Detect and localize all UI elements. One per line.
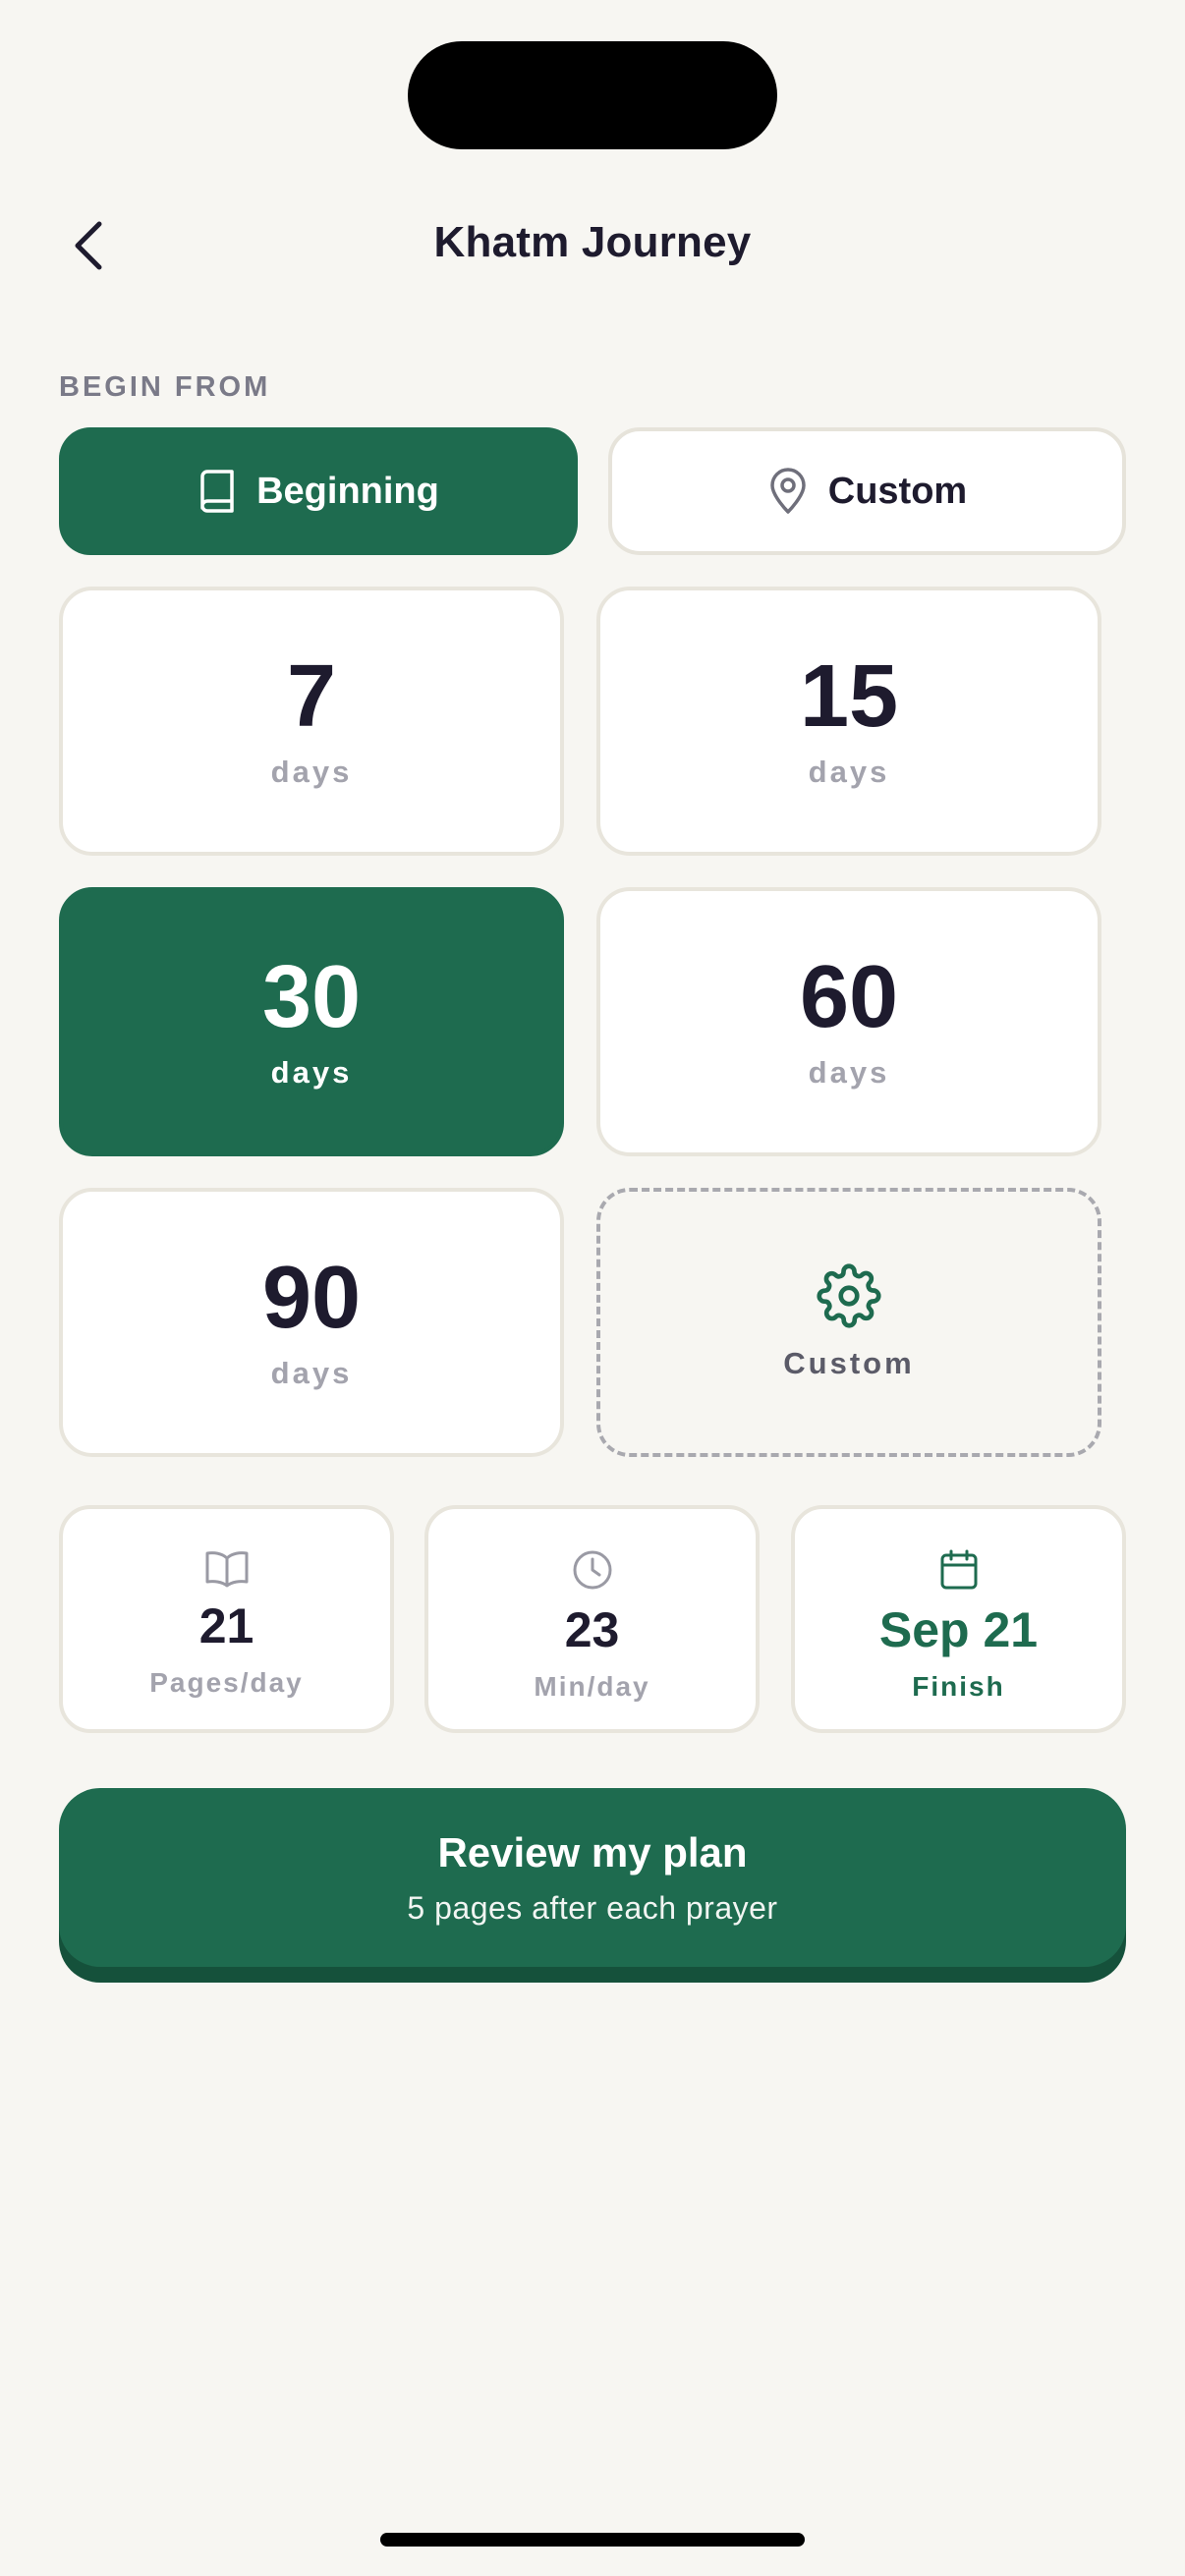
duration-value: 15	[799, 647, 899, 746]
gear-icon	[817, 1263, 881, 1328]
duration-unit: days	[270, 1356, 353, 1390]
open-book-icon	[205, 1551, 248, 1588]
minutes-per-day-stat: 23 Min/day	[424, 1505, 760, 1733]
begin-beginning-button[interactable]: Beginning	[59, 427, 578, 555]
map-pin-icon	[770, 468, 806, 514]
clock-icon	[573, 1550, 611, 1590]
duration-unit: days	[270, 755, 353, 789]
dynamic-island	[408, 41, 777, 149]
duration-90-days[interactable]: 90 days	[59, 1188, 564, 1457]
begin-custom-label: Custom	[827, 470, 968, 512]
stat-label: Pages/day	[149, 1667, 304, 1698]
stat-value: 21	[198, 1598, 254, 1653]
stat-label: Min/day	[534, 1671, 650, 1702]
home-indicator	[380, 2533, 805, 2547]
duration-value: 7	[286, 647, 337, 746]
duration-7-days[interactable]: 7 days	[59, 587, 564, 856]
pages-per-day-stat: 21 Pages/day	[59, 1505, 394, 1733]
stat-label: Finish	[912, 1671, 1005, 1702]
begin-from-label: BEGIN FROM	[59, 371, 271, 403]
custom-duration-label: Custom	[783, 1346, 915, 1380]
cta-subtitle: 5 pages after each prayer	[407, 1889, 778, 1926]
duration-custom-button[interactable]: Custom	[596, 1188, 1101, 1457]
duration-unit: days	[808, 755, 890, 789]
duration-60-days[interactable]: 60 days	[596, 887, 1101, 1156]
stat-value: 23	[564, 1602, 620, 1657]
finish-date-stat: Sep 21 Finish	[791, 1505, 1126, 1733]
begin-beginning-label: Beginning	[256, 470, 439, 512]
duration-unit: days	[270, 1055, 353, 1090]
duration-unit: days	[808, 1055, 890, 1090]
book-icon	[200, 470, 234, 513]
page-title: Khatm Journey	[433, 218, 752, 266]
calendar-icon	[940, 1549, 977, 1590]
duration-value: 30	[261, 948, 362, 1046]
duration-value: 60	[799, 948, 899, 1046]
duration-value: 90	[261, 1249, 362, 1347]
duration-30-days[interactable]: 30 days	[59, 887, 564, 1156]
cta-title: Review my plan	[437, 1828, 748, 1876]
stat-value: Sep 21	[878, 1602, 1039, 1657]
duration-15-days[interactable]: 15 days	[596, 587, 1101, 856]
begin-custom-button[interactable]: Custom	[608, 427, 1126, 555]
review-plan-button[interactable]: Review my plan 5 pages after each prayer	[59, 1788, 1126, 1967]
